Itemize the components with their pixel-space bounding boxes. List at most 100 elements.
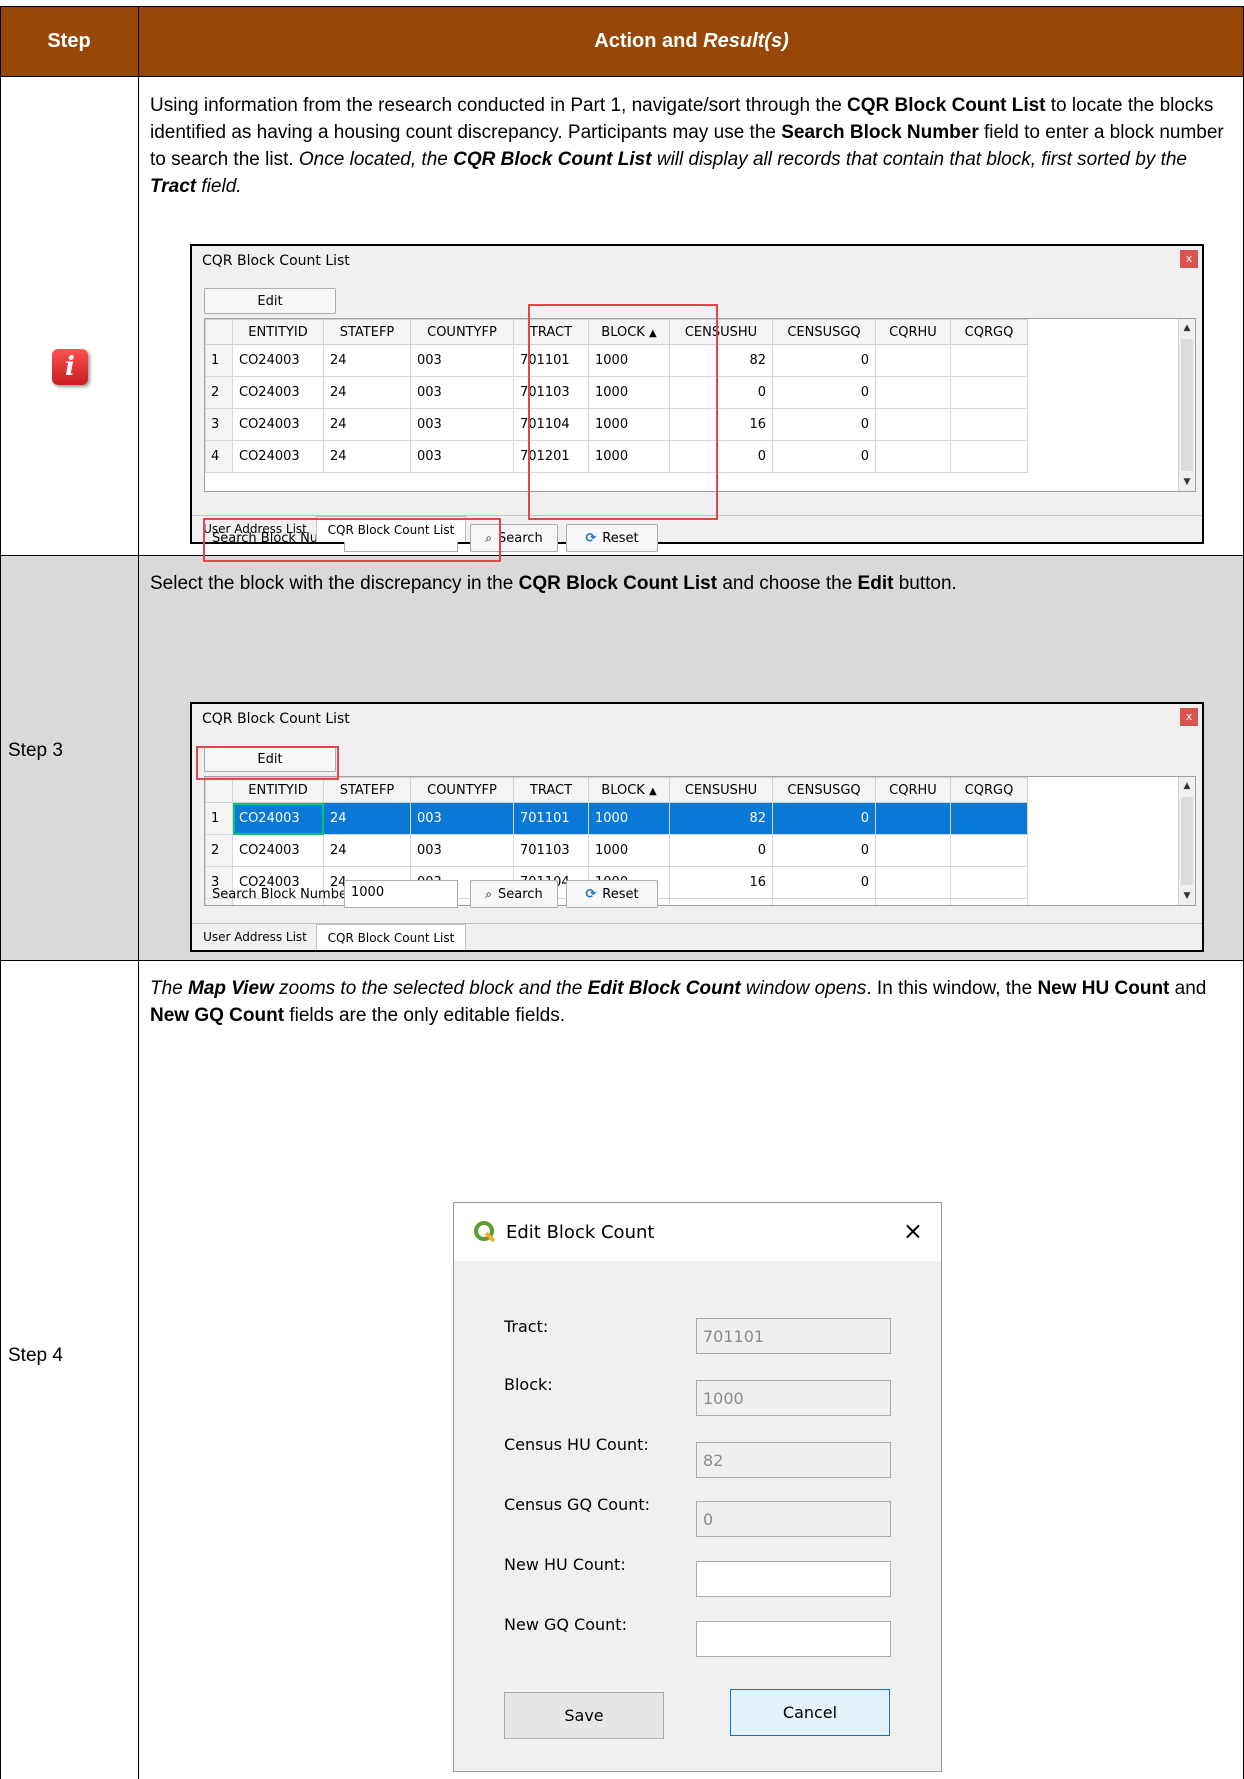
cell-censushu[interactable]: 0 xyxy=(669,898,773,905)
col-header-cqrgq[interactable]: CQRGQ xyxy=(950,319,1028,345)
cell-countyfp[interactable]: 003 xyxy=(410,440,514,473)
cell-cqrhu[interactable] xyxy=(875,866,951,899)
cell-censusgq[interactable]: 0 xyxy=(772,408,876,441)
cell-cqrhu[interactable] xyxy=(875,802,951,835)
tract-block-highlight xyxy=(528,304,718,520)
reset-button[interactable]: ⟳ Reset xyxy=(566,880,658,908)
scroll-down-icon[interactable]: ▼ xyxy=(1179,887,1195,905)
new-gq-count-field[interactable] xyxy=(696,1621,891,1657)
cancel-button[interactable]: Cancel xyxy=(730,1689,890,1736)
cell-censushu[interactable]: 82 xyxy=(669,802,773,835)
scroll-down-icon[interactable]: ▼ xyxy=(1179,473,1195,491)
col-header-tract[interactable]: TRACT xyxy=(513,777,589,803)
cell-cqrgq[interactable] xyxy=(950,440,1028,473)
cell-block[interactable]: 1000 xyxy=(588,834,670,867)
cell-entityid[interactable]: CO24003 xyxy=(232,802,324,835)
tab-user-address-list[interactable]: User Address List xyxy=(196,924,314,950)
tab-cqr-block-count-list[interactable]: CQR Block Count List xyxy=(316,924,466,950)
cell-cqrgq[interactable] xyxy=(950,802,1028,835)
row2-instructions: Select the block with the discrepancy in… xyxy=(150,570,1230,597)
cell-cqrgq[interactable] xyxy=(950,834,1028,867)
close-icon[interactable]: x xyxy=(1180,250,1198,268)
cell-tract[interactable]: 701101 xyxy=(513,802,589,835)
cell-countyfp[interactable]: 003 xyxy=(410,802,514,835)
col-header-countyfp[interactable]: COUNTYFP xyxy=(410,319,514,345)
row-index[interactable]: 4 xyxy=(205,440,233,473)
cell-entityid[interactable]: CO24003 xyxy=(232,440,324,473)
cell-block[interactable]: 1000 xyxy=(588,802,670,835)
vertical-scrollbar[interactable]: ▲ ▼ xyxy=(1178,777,1195,905)
scroll-thumb[interactable] xyxy=(1181,339,1193,471)
cell-cqrgq[interactable] xyxy=(950,408,1028,441)
cell-statefp[interactable]: 24 xyxy=(323,344,411,377)
col-header-cqrhu[interactable]: CQRHU xyxy=(875,319,951,345)
cell-cqrgq[interactable] xyxy=(950,344,1028,377)
new-hu-count-field[interactable] xyxy=(696,1561,891,1597)
scroll-up-icon[interactable]: ▲ xyxy=(1179,777,1195,795)
cell-cqrgq[interactable] xyxy=(950,866,1028,899)
cell-cqrhu[interactable] xyxy=(875,376,951,409)
vertical-scrollbar[interactable]: ▲ ▼ xyxy=(1178,319,1195,491)
cell-statefp[interactable]: 24 xyxy=(323,802,411,835)
edit-button[interactable]: Edit xyxy=(204,288,336,314)
col-header-censusgq[interactable]: CENSUSGQ xyxy=(772,319,876,345)
cell-entityid[interactable]: CO24003 xyxy=(232,376,324,409)
cell-statefp[interactable]: 24 xyxy=(323,440,411,473)
cell-cqrgq[interactable] xyxy=(950,376,1028,409)
cell-censusgq[interactable]: 0 xyxy=(772,834,876,867)
cell-censusgq[interactable]: 0 xyxy=(772,866,876,899)
cell-cqrhu[interactable] xyxy=(875,408,951,441)
cell-countyfp[interactable]: 003 xyxy=(410,408,514,441)
cell-censushu[interactable]: 16 xyxy=(669,866,773,899)
row3-italic-2: zooms to the selected block and the xyxy=(273,978,588,999)
cell-censusgq[interactable]: 0 xyxy=(772,376,876,409)
row-index[interactable]: 1 xyxy=(205,802,233,835)
search-button[interactable]: ⌕ Search xyxy=(470,880,558,908)
cell-statefp[interactable]: 24 xyxy=(323,408,411,441)
cell-censusgq[interactable]: 0 xyxy=(772,440,876,473)
row-index[interactable]: 2 xyxy=(205,376,233,409)
row3-bold-italic-1: Map View xyxy=(188,978,274,999)
cell-cqrgq[interactable] xyxy=(950,898,1028,905)
col-header-censusgq[interactable]: CENSUSGQ xyxy=(772,777,876,803)
close-icon[interactable]: × xyxy=(903,1217,923,1245)
scroll-thumb[interactable] xyxy=(1181,797,1193,885)
cell-censusgq[interactable]: 0 xyxy=(772,898,876,905)
col-header-entityid[interactable]: ENTITYID xyxy=(232,777,324,803)
cell-entityid[interactable]: CO24003 xyxy=(232,408,324,441)
col-header-block[interactable]: BLOCK ▲ xyxy=(588,777,670,803)
cell-statefp[interactable]: 24 xyxy=(323,376,411,409)
col-header-countyfp[interactable]: COUNTYFP xyxy=(410,777,514,803)
save-button[interactable]: Save xyxy=(504,1692,664,1739)
cell-censusgq[interactable]: 0 xyxy=(772,344,876,377)
row-index[interactable]: 2 xyxy=(205,834,233,867)
table-row[interactable]: 2 CO24003 24 003 701103 1000 0 0 xyxy=(205,834,1028,867)
col-header-entityid[interactable]: ENTITYID xyxy=(232,319,324,345)
col-header-statefp[interactable]: STATEFP xyxy=(323,777,411,803)
cell-countyfp[interactable]: 003 xyxy=(410,376,514,409)
close-icon[interactable]: x xyxy=(1180,708,1198,726)
cell-tract[interactable]: 701103 xyxy=(513,834,589,867)
cell-entityid[interactable]: CO24003 xyxy=(232,834,324,867)
col-header-censushu[interactable]: CENSUSHU xyxy=(669,777,773,803)
search-block-input[interactable]: 1000 xyxy=(344,880,458,908)
col-header-cqrhu[interactable]: CQRHU xyxy=(875,777,951,803)
block-field: 1000 xyxy=(696,1380,891,1416)
col-header-statefp[interactable]: STATEFP xyxy=(323,319,411,345)
cell-censusgq[interactable]: 0 xyxy=(772,802,876,835)
cell-countyfp[interactable]: 003 xyxy=(410,344,514,377)
cell-cqrhu[interactable] xyxy=(875,440,951,473)
table-row-selected[interactable]: 1 CO24003 24 003 701101 1000 82 0 xyxy=(205,802,1028,835)
scroll-up-icon[interactable]: ▲ xyxy=(1179,319,1195,337)
cell-statefp[interactable]: 24 xyxy=(323,834,411,867)
cell-cqrhu[interactable] xyxy=(875,898,951,905)
cell-countyfp[interactable]: 003 xyxy=(410,834,514,867)
cell-entityid[interactable]: CO24003 xyxy=(232,344,324,377)
cell-cqrhu[interactable] xyxy=(875,344,951,377)
row-index[interactable]: 1 xyxy=(205,344,233,377)
cell-cqrhu[interactable] xyxy=(875,834,951,867)
row-index[interactable]: 3 xyxy=(205,408,233,441)
cell-censushu[interactable]: 0 xyxy=(669,834,773,867)
row1-italic-2: will display all records that contain th… xyxy=(651,149,1187,170)
col-header-cqrgq[interactable]: CQRGQ xyxy=(950,777,1028,803)
